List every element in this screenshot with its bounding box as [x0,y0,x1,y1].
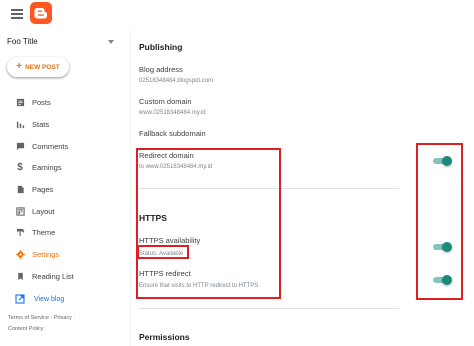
permissions-heading: Permissions [139,332,190,342]
comments-icon [15,141,25,151]
view-blog-link[interactable]: View blog [15,294,64,304]
highlight-box-settings [136,148,281,299]
new-post-button[interactable]: + NEW POST [7,57,69,77]
sidebar-item-theme[interactable]: Theme [0,222,130,244]
top-bar [0,0,130,30]
blogger-b-icon [34,8,47,19]
sidebar-item-label: Settings [32,250,60,260]
dollar-icon: $ [17,162,23,174]
publishing-heading: Publishing [139,42,183,52]
sidebar-item-pages[interactable]: Pages [0,179,130,201]
plus-icon: + [16,61,23,72]
sidebar-item-reading-list[interactable]: Reading List [0,266,130,288]
sidebar-item-comments[interactable]: Comments [0,135,130,157]
sidebar-item-layout[interactable]: Layout [0,200,130,222]
footer-links: Terms of Service · Privacy · Content Pol… [8,313,128,335]
chevron-down-icon[interactable] [108,40,114,44]
pages-icon [15,185,25,195]
sidebar-item-settings[interactable]: Settings [0,244,130,266]
layout-icon [15,206,25,216]
sidebar-item-earnings[interactable]: $ Earnings [0,157,130,179]
custom-domain-value: www.02518348484.my.id [139,110,206,116]
sidebar-item-label: Pages [32,185,54,195]
blog-address-value: 02518348484.blogspot.com [139,78,214,84]
sidebar-nav: Posts Stats Comments $ Earnings Pages La… [0,92,130,287]
stats-icon [15,120,25,130]
sidebar: Foo Title + NEW POST Posts Stats Comment… [0,30,130,346]
sidebar-item-posts[interactable]: Posts [0,92,130,114]
view-blog-label: View blog [34,295,65,303]
privacy-link[interactable]: Privacy [54,315,72,321]
sidebar-item-label: Layout [32,206,55,216]
sidebar-item-label: Earnings [32,163,62,173]
section-divider [139,308,399,309]
blogger-logo[interactable] [30,2,52,24]
blog-title[interactable]: Foo Title [7,37,38,46]
sidebar-item-label: Stats [32,120,50,130]
hamburger-icon[interactable] [11,9,23,19]
sidebar-item-stats[interactable]: Stats [0,114,130,136]
sidebar-item-label: Theme [32,228,56,238]
gear-icon [15,250,25,260]
bookmark-icon [15,271,25,281]
sidebar-item-label: Comments [32,141,69,151]
fallback-subdomain-label[interactable]: Fallback subdomain [139,129,206,138]
panel-divider [130,30,131,346]
sidebar-item-label: Posts [32,98,51,108]
open-external-icon [15,294,25,304]
blog-address-label[interactable]: Blog address [139,65,183,74]
new-post-label: NEW POST [25,63,60,71]
highlight-box-status [137,245,189,259]
posts-icon [15,98,25,108]
sidebar-item-label: Reading List [32,271,74,281]
highlight-box-toggles [416,143,463,300]
content-policy-link[interactable]: Content Policy [8,326,43,332]
theme-icon [15,228,25,238]
custom-domain-label[interactable]: Custom domain [139,97,192,106]
terms-link[interactable]: Terms of Service [8,315,49,321]
footer-separator: · [71,315,76,321]
